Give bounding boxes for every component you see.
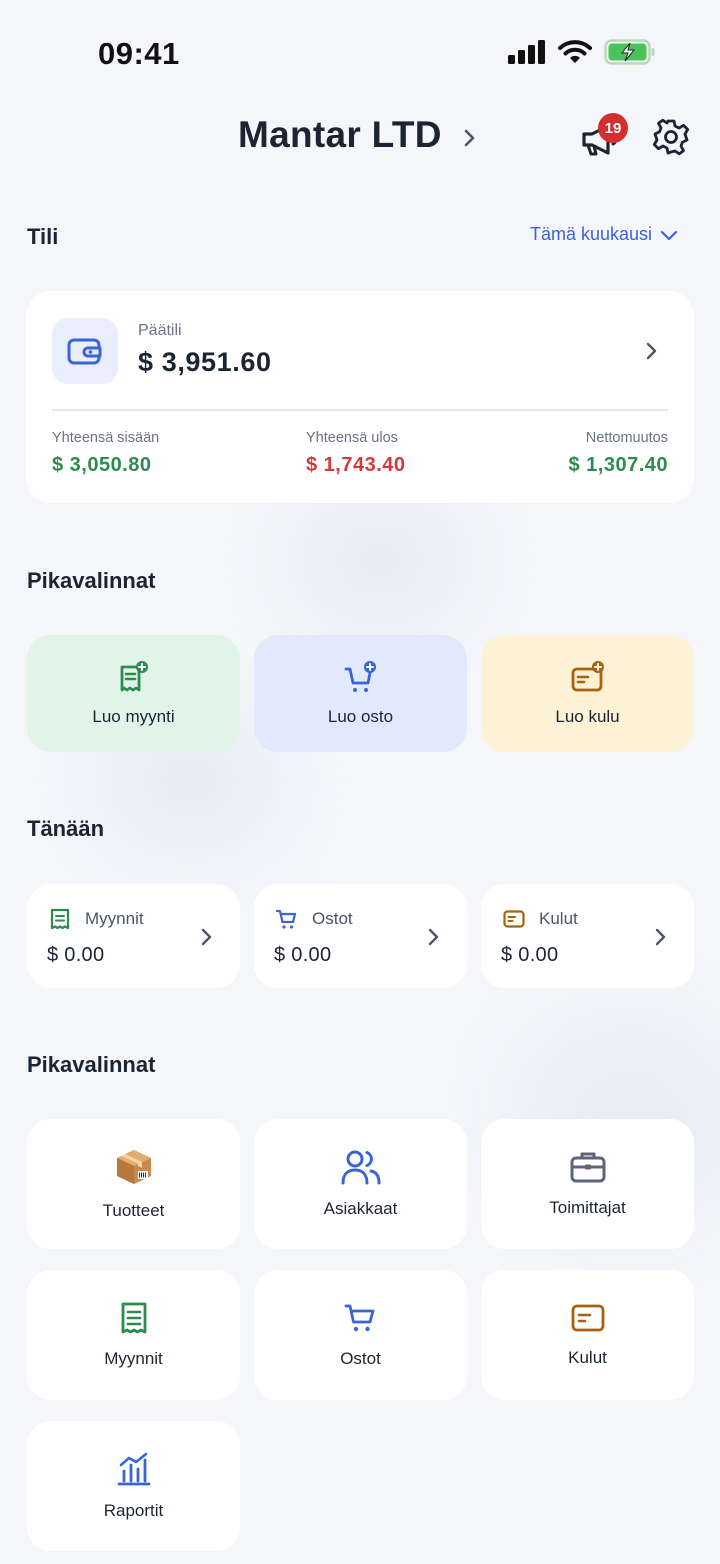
status-time: 09:41 [98, 36, 180, 71]
today-expenses-value: $ 0.00 [501, 944, 559, 966]
chevron-down-icon [660, 230, 678, 240]
today-sales-value: $ 0.00 [47, 944, 105, 966]
cart-icon [344, 1304, 374, 1332]
net-change-label: Nettomuutos [585, 430, 668, 446]
account-name: Päätili [138, 322, 182, 339]
sales-tile[interactable]: Myynnit [27, 1270, 240, 1400]
receipt-icon [50, 908, 70, 930]
create-expense-label: Luo kulu [555, 706, 620, 726]
total-in-stat: Yhteensä sisään $ 3,050.80 [52, 430, 159, 477]
cellular-signal-icon [508, 40, 545, 64]
expenses-label: Kulut [568, 1348, 607, 1367]
receipt-icon [121, 1302, 146, 1334]
chevron-right-icon [428, 928, 439, 946]
today-title: Tänään [27, 816, 105, 841]
net-change-stat: Nettomuutos $ 1,307.40 [568, 430, 668, 477]
total-in-label: Yhteensä sisään [52, 430, 160, 446]
create-expense-button[interactable]: Luo kulu [481, 635, 694, 752]
card-add-icon [571, 660, 604, 691]
cart-add-icon [344, 660, 376, 692]
total-out-stat: Yhteensä ulos $ 1,743.40 [306, 430, 406, 477]
account-section-title: Tili [27, 224, 59, 249]
wallet-icon-box [52, 318, 118, 384]
cart-icon [276, 909, 297, 929]
company-name[interactable]: Mantar LTD [238, 114, 442, 156]
net-change-value: $ 1,307.40 [568, 454, 668, 476]
account-balance: $ 3,951.60 [138, 347, 272, 377]
chevron-right-icon [655, 928, 666, 946]
products-tile[interactable]: Tuotteet [27, 1119, 240, 1249]
chart-icon [117, 1452, 150, 1486]
total-in-value: $ 3,050.80 [52, 454, 152, 476]
chevron-right-icon [646, 342, 657, 360]
quick-create-title: Pikavalinnat [27, 568, 156, 593]
shortcuts-title: Pikavalinnat [27, 1052, 156, 1077]
today-expenses-card[interactable]: Kulut $ 0.00 [481, 884, 694, 988]
create-sale-button[interactable]: Luo myynti [27, 635, 240, 752]
suppliers-tile[interactable]: Toimittajat [481, 1119, 694, 1249]
suppliers-label: Toimittajat [549, 1198, 626, 1217]
wallet-icon [67, 338, 102, 365]
purchases-tile[interactable]: Ostot [254, 1270, 467, 1400]
today-purchases-label: Ostot [312, 909, 353, 928]
receipt-add-icon [120, 660, 148, 691]
today-sales-card[interactable]: Myynnit $ 0.00 [27, 884, 240, 988]
purchases-label: Ostot [340, 1349, 381, 1368]
chevron-right-icon [201, 928, 212, 946]
period-selector[interactable]: Tämä kuukausi [530, 224, 678, 245]
total-out-value: $ 1,743.40 [306, 454, 406, 476]
status-icons [508, 38, 656, 66]
sales-label: Myynnit [104, 1349, 163, 1368]
create-purchase-label: Luo osto [327, 706, 394, 726]
gear-icon[interactable] [652, 118, 690, 156]
users-icon [341, 1150, 380, 1185]
customers-label: Asiakkaat [323, 1199, 398, 1218]
chevron-right-icon[interactable] [460, 124, 480, 152]
products-label: Tuotteet [102, 1201, 165, 1220]
reports-label: Raportit [103, 1501, 164, 1520]
today-expenses-label: Kulut [539, 909, 578, 928]
create-purchase-button[interactable]: Luo osto [254, 635, 467, 752]
account-card[interactable]: Päätili $ 3,951.60 Yhteensä sisään $ 3,0… [26, 291, 694, 503]
today-sales-label: Myynnit [85, 909, 144, 928]
battery-charging-icon [604, 39, 655, 65]
card-icon [571, 1304, 604, 1332]
notification-badge: 19 [598, 113, 628, 143]
period-label: Tämä kuukausi [530, 224, 653, 244]
today-purchases-value: $ 0.00 [274, 944, 332, 966]
briefcase-icon [570, 1152, 605, 1183]
wifi-icon [558, 40, 592, 63]
expenses-tile[interactable]: Kulut [481, 1270, 694, 1400]
reports-tile[interactable]: Raportit [27, 1421, 240, 1551]
customers-tile[interactable]: Asiakkaat [254, 1119, 467, 1249]
today-purchases-card[interactable]: Ostot $ 0.00 [254, 884, 467, 988]
divider [52, 409, 668, 411]
package-icon [116, 1150, 151, 1184]
create-sale-label: Luo myynti [92, 706, 175, 726]
card-icon [503, 910, 525, 928]
total-out-label: Yhteensä ulos [306, 430, 398, 446]
